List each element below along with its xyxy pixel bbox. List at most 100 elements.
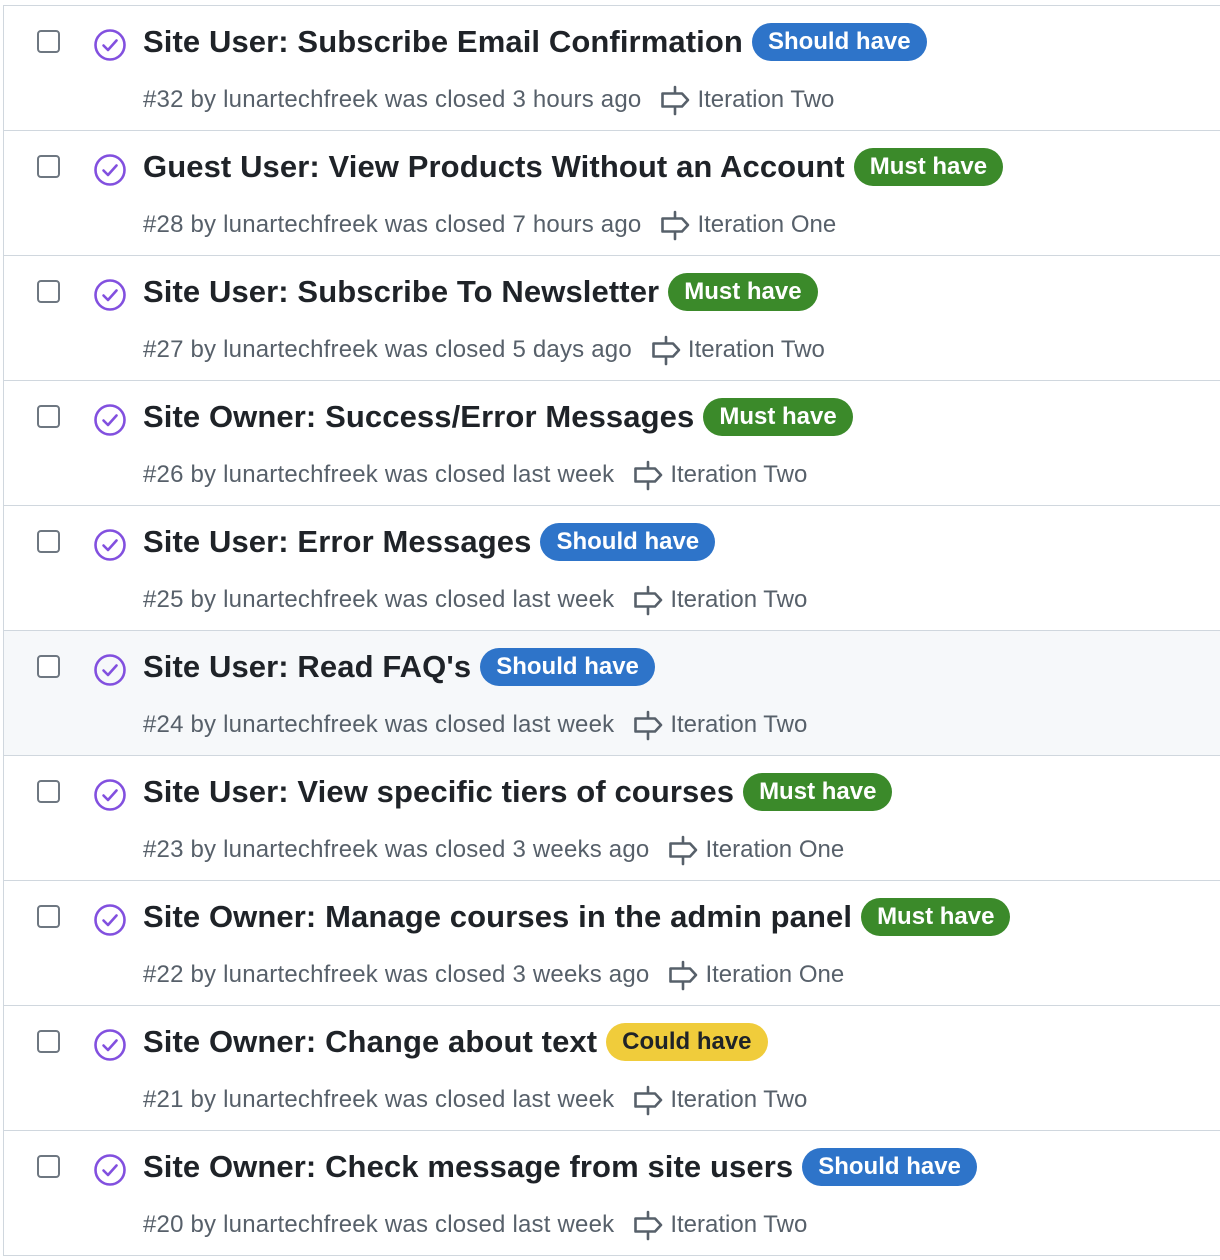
issue-meta-line: #21 by lunartechfreek was closed last we… [143,1084,807,1116]
milestone-icon [634,1210,663,1241]
issue-row[interactable]: Site Owner: Manage courses in the admin … [4,881,1220,1006]
issue-row[interactable]: Site User: Subscribe Email Confirmation … [4,6,1220,131]
priority-label[interactable]: Must have [861,898,1011,936]
milestone-icon [634,710,663,741]
milestone-name: Iteration Two [670,1086,808,1113]
select-checkbox[interactable] [37,30,60,53]
issue-row[interactable]: Site User: View specific tiers of course… [4,756,1220,881]
issue-title-line: Site Owner: Success/Error Messages Must … [143,398,853,436]
issue-title-line: Site Owner: Manage courses in the admin … [143,898,1011,936]
issue-closed-icon [94,1154,126,1186]
milestone-icon [652,335,681,366]
issue-row[interactable]: Site User: Read FAQ's Should have #24 by… [4,631,1220,756]
milestone-name: Iteration One [705,961,845,988]
issue-title-line: Guest User: View Products Without an Acc… [143,148,1004,186]
milestone-name: Iteration Two [670,586,808,613]
issue-title-line: Site User: View specific tiers of course… [143,773,893,811]
milestone-name: Iteration Two [670,461,808,488]
issue-list: Site User: Subscribe Email Confirmation … [3,5,1220,1256]
priority-label[interactable]: Should have [480,648,655,686]
issue-row[interactable]: Site Owner: Check message from site user… [4,1131,1220,1256]
issue-closed-icon [94,29,126,61]
issue-title-link[interactable]: Site User: Subscribe To Newsletter [143,274,659,310]
milestone-name: Iteration Two [670,1211,808,1238]
issue-row[interactable]: Site Owner: Change about text Could have… [4,1006,1220,1131]
milestone-icon [669,960,698,991]
issue-title-line: Site Owner: Change about text Could have [143,1023,768,1061]
issue-title-link[interactable]: Site Owner: Success/Error Messages [143,399,694,435]
milestone-link[interactable]: Iteration Two [650,334,825,366]
milestone-link[interactable]: Iteration Two [659,84,834,116]
milestone-icon [634,1085,663,1116]
milestone-link[interactable]: Iteration One [659,209,836,241]
select-checkbox[interactable] [37,155,60,178]
issue-meta-line: #32 by lunartechfreek was closed 3 hours… [143,84,834,116]
select-checkbox[interactable] [37,905,60,928]
priority-label[interactable]: Must have [853,148,1004,186]
issue-meta-line: #24 by lunartechfreek was closed last we… [143,709,807,741]
issue-meta-text: #28 by lunartechfreek was closed 7 hours… [143,211,642,238]
issue-meta-text: #22 by lunartechfreek was closed 3 weeks… [143,961,650,988]
issue-title-link[interactable]: Site Owner: Check message from site user… [143,1149,793,1185]
issue-row[interactable]: Guest User: View Products Without an Acc… [4,131,1220,256]
select-checkbox[interactable] [37,1155,60,1178]
issue-closed-icon [94,529,126,561]
select-checkbox[interactable] [37,780,60,803]
milestone-link[interactable]: Iteration Two [632,584,807,616]
milestone-name: Iteration One [705,836,845,863]
issue-closed-icon [94,1029,126,1061]
issue-meta-line: #28 by lunartechfreek was closed 7 hours… [143,209,836,241]
issue-row[interactable]: Site Owner: Success/Error Messages Must … [4,381,1220,506]
milestone-link[interactable]: Iteration Two [632,1209,807,1241]
issue-title-line: Site User: Error Messages Should have [143,523,716,561]
milestone-icon [661,85,690,116]
priority-label[interactable]: Must have [703,398,853,436]
milestone-link[interactable]: Iteration One [667,959,844,991]
priority-label[interactable]: Must have [743,773,893,811]
issue-title-link[interactable]: Site Owner: Change about text [143,1024,597,1060]
issue-meta-line: #27 by lunartechfreek was closed 5 days … [143,334,825,366]
select-checkbox[interactable] [37,280,60,303]
issue-title-link[interactable]: Site User: View specific tiers of course… [143,774,734,810]
milestone-name: Iteration Two [697,86,835,113]
issue-title-link[interactable]: Guest User: View Products Without an Acc… [143,149,845,185]
issue-meta-text: #25 by lunartechfreek was closed last we… [143,586,615,613]
priority-label[interactable]: Could have [606,1023,768,1061]
issue-row[interactable]: Site User: Error Messages Should have #2… [4,506,1220,631]
priority-label[interactable]: Must have [668,273,818,311]
priority-label[interactable]: Should have [751,23,927,61]
issue-meta-line: #23 by lunartechfreek was closed 3 weeks… [143,834,844,866]
milestone-icon [661,210,690,241]
priority-label[interactable]: Should have [540,523,716,561]
issue-title-link[interactable]: Site Owner: Manage courses in the admin … [143,899,852,935]
milestone-name: Iteration One [697,211,837,238]
issue-meta-line: #26 by lunartechfreek was closed last we… [143,459,807,491]
milestone-name: Iteration Two [670,711,808,738]
issue-row[interactable]: Site User: Subscribe To Newsletter Must … [4,256,1220,381]
issue-meta-text: #20 by lunartechfreek was closed last we… [143,1211,615,1238]
issue-title-link[interactable]: Site User: Subscribe Email Confirmation [143,24,743,60]
issue-meta-text: #32 by lunartechfreek was closed 3 hours… [143,86,642,113]
milestone-icon [669,835,698,866]
issue-title-line: Site User: Subscribe To Newsletter Must … [143,273,818,311]
milestone-link[interactable]: Iteration Two [632,459,807,491]
select-checkbox[interactable] [37,405,60,428]
issue-title-link[interactable]: Site User: Read FAQ's [143,649,471,685]
select-checkbox[interactable] [37,1030,60,1053]
milestone-link[interactable]: Iteration One [667,834,844,866]
priority-label[interactable]: Should have [802,1148,977,1186]
milestone-link[interactable]: Iteration Two [632,1084,807,1116]
milestone-icon [634,460,663,491]
select-checkbox[interactable] [37,655,60,678]
issue-title-link[interactable]: Site User: Error Messages [143,524,531,560]
issue-meta-text: #21 by lunartechfreek was closed last we… [143,1086,615,1113]
issue-meta-text: #24 by lunartechfreek was closed last we… [143,711,615,738]
issue-title-line: Site Owner: Check message from site user… [143,1148,977,1186]
issue-meta-text: #23 by lunartechfreek was closed 3 weeks… [143,836,650,863]
issue-meta-text: #26 by lunartechfreek was closed last we… [143,461,615,488]
select-checkbox[interactable] [37,530,60,553]
issue-title-line: Site User: Subscribe Email Confirmation … [143,23,927,61]
issue-closed-icon [94,154,126,186]
issue-closed-icon [94,404,126,436]
milestone-link[interactable]: Iteration Two [632,709,807,741]
